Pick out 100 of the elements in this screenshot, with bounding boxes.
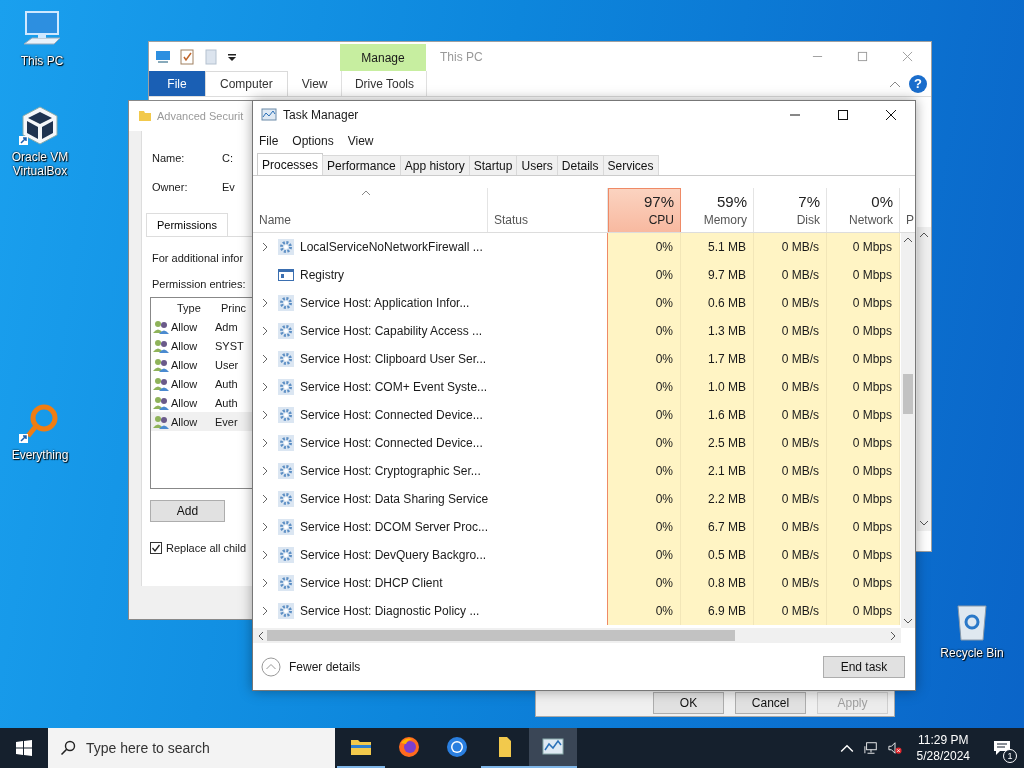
expand-icon[interactable]	[262, 438, 268, 448]
expand-icon[interactable]	[262, 522, 268, 532]
expand-icon[interactable]	[262, 298, 268, 308]
ribbon-tab[interactable]: Drive Tools	[341, 71, 428, 96]
checkbox-label[interactable]: Replace all child	[166, 542, 247, 554]
process-row[interactable]: Service Host: Clipboard User Ser... 0% 1.7 MB 0 MB/s 0 Mbps	[253, 345, 901, 373]
permission-row[interactable]: Allow Adm	[151, 317, 252, 336]
tab[interactable]: Performance	[322, 155, 401, 175]
scroll-down-icon[interactable]	[903, 617, 913, 625]
process-row[interactable]: Service Host: Diagnostic Policy ... 0% 6.9 MB 0 MB/s 0 Mbps	[253, 597, 901, 625]
add-button[interactable]: Add	[150, 500, 225, 522]
process-row[interactable]: Service Host: Connected Device... 0% 2.5 MB 0 MB/s 0 Mbps	[253, 429, 901, 457]
permissions-tab[interactable]: Permissions	[146, 213, 228, 236]
process-name: Service Host: Data Sharing Service	[300, 492, 489, 506]
permission-row[interactable]: Allow SYST	[151, 336, 252, 355]
process-row[interactable]: Service Host: COM+ Event Syste... 0% 1.0 MB 0 MB/s 0 Mbps	[253, 373, 901, 401]
expand-icon[interactable]	[262, 578, 268, 588]
expand-icon[interactable]	[262, 382, 268, 392]
column-header[interactable]: 59% Memory	[681, 188, 754, 232]
process-row[interactable]: Service Host: DHCP Client 0% 0.8 MB 0 MB/s 0 Mbps	[253, 569, 901, 597]
permission-row[interactable]: Allow Auth	[151, 393, 252, 412]
computer-icon[interactable]	[155, 48, 171, 65]
network-icon[interactable]	[863, 741, 878, 755]
menu-item[interactable]: Options	[292, 134, 334, 148]
usage-cell: 0%	[608, 261, 681, 289]
process-row[interactable]: Service Host: DevQuery Backgro... 0% 0.5 MB 0 MB/s 0 Mbps	[253, 541, 901, 569]
expand-icon[interactable]	[262, 354, 268, 364]
users-icon	[153, 414, 169, 429]
desktop-icon-label[interactable]: Recycle Bin	[936, 646, 1008, 660]
usage-reading: 97%	[643, 193, 674, 210]
end-task-button[interactable]: End task	[823, 655, 905, 678]
search-field[interactable]: Type here to search	[48, 728, 335, 768]
process-row[interactable]: Service Host: Cryptographic Ser... 0% 2.1 MB 0 MB/s 0 Mbps	[253, 457, 901, 485]
principal-cell: Auth	[215, 396, 238, 409]
process-row[interactable]: LocalServiceNoNetworkFirewall ... 0% 5.1 MB 0 MB/s 0 Mbps	[253, 233, 901, 261]
usage-cell: 0.6 MB	[681, 289, 754, 317]
checkbox[interactable]	[150, 542, 162, 554]
horizontal-scrollbar[interactable]	[253, 628, 901, 643]
expand-icon[interactable]	[262, 494, 268, 504]
collapse-ribbon-icon[interactable]	[889, 79, 901, 88]
clock-time[interactable]: 11:29 PM	[918, 732, 969, 748]
expand-icon[interactable]	[262, 326, 268, 336]
process-row[interactable]: Service Host: Application Infor... 0% 0.6 MB 0 MB/s 0 Mbps	[253, 289, 901, 317]
column-header[interactable]: 0% Network	[827, 188, 900, 232]
dialog-button[interactable]: OK	[653, 692, 724, 714]
expand-icon[interactable]	[262, 466, 268, 476]
ribbon-tab[interactable]: File	[149, 71, 205, 96]
tab[interactable]: App history	[399, 155, 470, 175]
column-label: Disk	[796, 213, 820, 227]
tab[interactable]: Users	[516, 155, 558, 175]
dialog-button[interactable]: Cancel	[735, 692, 806, 714]
permission-row[interactable]: Allow Ever	[151, 412, 252, 431]
expand-icon[interactable]	[262, 550, 268, 560]
type-cell-text: Allow	[170, 377, 199, 390]
tab[interactable]: Details	[556, 155, 604, 175]
process-row[interactable]: Service Host: Data Sharing Service 0% 2.2 MB 0 MB/s 0 Mbps	[253, 485, 901, 513]
column-header[interactable]: P	[900, 188, 915, 232]
vertical-scrollbar[interactable]	[901, 233, 915, 628]
fewer-details-link[interactable]: Fewer details	[289, 659, 361, 674]
process-row[interactable]: Service Host: DCOM Server Proc... 0% 6.7 MB 0 MB/s 0 Mbps	[253, 513, 901, 541]
usage-cell: 0%	[608, 429, 681, 457]
taskbar-app[interactable]	[529, 728, 577, 768]
process-row[interactable]: Registry 0% 9.7 MB 0 MB/s 0 Mbps	[253, 261, 901, 289]
column-header[interactable]: 97% CPU	[608, 188, 681, 232]
menu-item[interactable]: View	[347, 134, 374, 148]
volume-muted-icon[interactable]	[887, 741, 902, 755]
scroll-thumb[interactable]	[267, 630, 735, 641]
usage-cell: 0%	[608, 373, 681, 401]
expand-icon[interactable]	[262, 242, 268, 252]
help-button[interactable]: ?	[909, 74, 927, 93]
usage-cell: 0 Mbps	[827, 541, 900, 569]
close-icon[interactable]	[885, 109, 897, 121]
usage-cell: 1.6 MB	[681, 401, 754, 429]
scroll-down-icon[interactable]	[919, 519, 929, 527]
permission-row[interactable]: Allow User	[151, 355, 252, 374]
ribbon-tab[interactable]: Computer	[205, 71, 288, 96]
expand-icon[interactable]	[262, 410, 268, 420]
column-header[interactable]: Name	[253, 188, 488, 232]
expand-icon[interactable]	[262, 606, 268, 616]
tab[interactable]: Processes	[257, 153, 324, 175]
properties-icon[interactable]	[179, 48, 195, 65]
process-name: Registry	[300, 268, 344, 282]
tab[interactable]: Startup	[468, 155, 518, 175]
dropdown-icon[interactable]	[227, 51, 237, 62]
scroll-thumb[interactable]	[903, 374, 913, 414]
column-header[interactable]: Type	[175, 301, 221, 314]
maximize-icon[interactable]	[837, 109, 849, 121]
column-header[interactable]: 7% Disk	[754, 188, 827, 232]
menu-item[interactable]: File	[259, 134, 279, 148]
clock-date[interactable]: 5/28/2024	[916, 748, 970, 764]
scroll-right-icon[interactable]	[889, 630, 897, 641]
scrollbar[interactable]	[917, 227, 931, 531]
column-header[interactable]: Princ	[221, 301, 247, 314]
process-row[interactable]: Service Host: Capability Access ... 0% 1.3 MB 0 MB/s 0 Mbps	[253, 317, 901, 345]
permission-row[interactable]: Allow Auth	[151, 374, 252, 393]
scroll-left-icon[interactable]	[257, 630, 265, 641]
gear-icon	[278, 435, 294, 451]
usage-cell: 0 Mbps	[827, 401, 900, 429]
tab[interactable]: Services	[602, 155, 659, 175]
process-row[interactable]: Service Host: Connected Device... 0% 1.6 MB 0 MB/s 0 Mbps	[253, 401, 901, 429]
